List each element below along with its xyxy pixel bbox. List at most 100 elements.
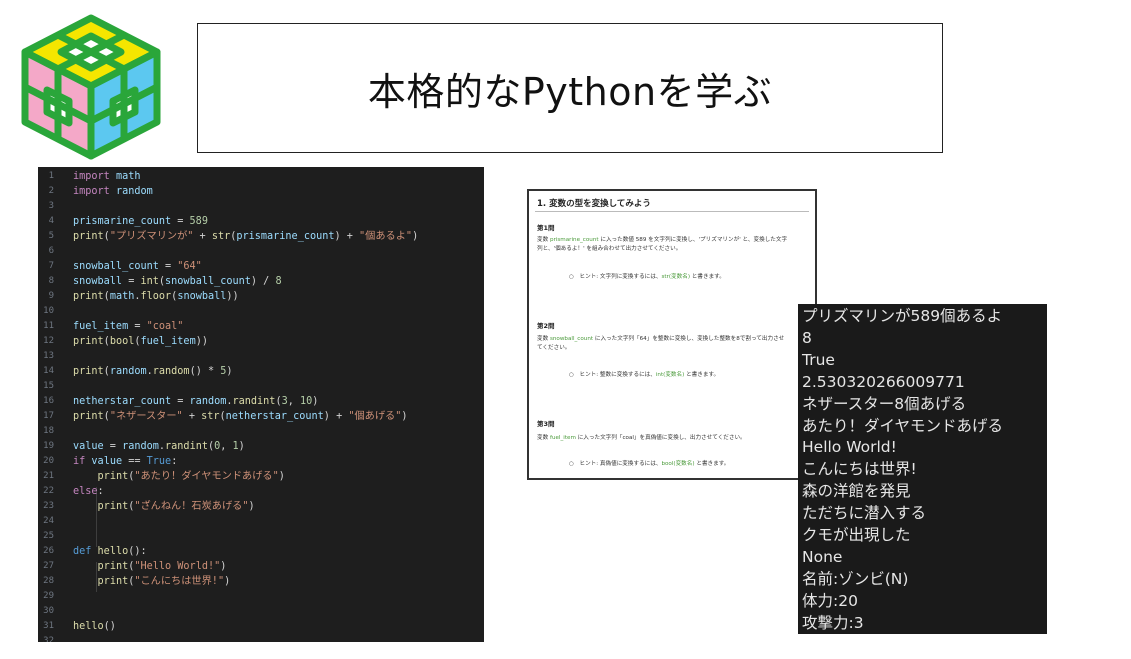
code-line[interactable]: 19 value = random.randint(0, 1) [38,439,484,454]
code-line[interactable]: 13 [38,349,484,364]
line-number: 8 [48,276,54,286]
code-line[interactable]: 1 import math [38,169,484,184]
page-title: 本格的なPythonを学ぶ [367,69,773,114]
terminal-line: True [802,350,835,369]
code-line[interactable]: 29 [38,589,484,604]
line-number: 11 [43,321,54,331]
code-line[interactable]: 9 print(math.floor(snowball)) [38,289,484,304]
line-number: 6 [48,246,54,256]
line-number: 21 [43,471,54,481]
code-text: print("あたり！ダイヤモンドあげる") [97,471,285,482]
line-number: 1 [48,171,54,181]
question-3-hint: ○ ヒント: 真偽値に変換するには、bool(変数名) と書きます。 [569,461,730,467]
line-number: 9 [48,291,54,301]
code-line[interactable]: 22 else: [38,484,484,499]
code-line[interactable]: 6 [38,244,484,259]
code-text: hello() [73,621,116,632]
terminal-line: ネザースター8個あげる [802,394,967,413]
question-2-text: 変数 snowball_count に入った文字列「64」を整数に変換し、変換し… [537,336,785,351]
line-number: 24 [43,516,54,526]
code-text: print("ざんねん！石炭あげる") [97,501,255,512]
question-1-label: 第1問 [537,224,555,232]
code-line[interactable]: 7 snowball_count = "64" [38,259,484,274]
code-text: snowball_count = "64" [73,261,202,272]
terminal-line: 体力:20 [802,591,858,610]
line-number: 29 [43,591,54,601]
code-text: import random [73,186,153,197]
code-line[interactable]: 4 prismarine_count = 589 [38,214,484,229]
divider [535,211,809,212]
code-line[interactable]: 27 print("Hello World!") [38,559,484,574]
code-line[interactable]: 15 [38,379,484,394]
code-text: print("Hello World!") [97,561,227,572]
terminal-line: こんにちは世界! [802,460,917,479]
terminal-line: 攻撃力:3 [802,613,864,632]
code-line[interactable]: 12 print(bool(fuel_item)) [38,334,484,349]
code-line[interactable]: 31 hello() [38,619,484,634]
line-number: 3 [48,201,54,211]
code-line[interactable]: 14 print(random.random() * 5) [38,364,484,379]
code-text: print("ネザースター" + str(netherstar_count) +… [73,411,408,422]
code-line[interactable]: 5 print("プリズマリンが" + str(prismarine_count)… [38,229,484,244]
line-number: 14 [43,366,54,376]
code-text: value = random.randint(0, 1) [73,441,245,452]
code-line[interactable]: 32 [38,634,484,642]
code-text: print(bool(fuel_item)) [73,336,208,347]
code-line[interactable]: 21 print("あたり！ダイヤモンドあげる") [38,469,484,484]
exercise-document: 1. 変数の型を変換してみよう 第1問 変数 prismarine_count … [527,189,817,480]
code-line[interactable]: 2 import random [38,184,484,199]
line-number: 32 [43,636,54,642]
title-box: 本格的なPythonを学ぶ [197,23,943,153]
code-line[interactable]: 24 [38,514,484,529]
code-text: prismarine_count = 589 [73,216,208,227]
question-3-text: 変数 fuel_item に入った文字列「coal」を真偽値に変換し、出力させて… [537,435,746,441]
code-line[interactable]: 25 [38,529,484,544]
code-line[interactable]: 17 print("ネザースター" + str(netherstar_count)… [38,409,484,424]
code-line[interactable]: 30 [38,604,484,619]
logo-cube-icon [21,14,161,160]
code-text: fuel_item = "coal" [73,321,184,332]
code-line[interactable]: 26 def hello(): [38,544,484,559]
terminal-line: Hello World! [802,438,897,457]
terminal-line: 2.530320266009771 [802,372,965,391]
document-title: 1. 変数の型を変換してみよう [537,199,651,209]
line-number: 16 [43,396,54,406]
code-line[interactable]: 23 print("ざんねん！石炭あげる") [38,499,484,514]
line-number: 17 [43,411,54,421]
code-line[interactable]: 18 [38,424,484,439]
line-number: 4 [48,216,54,226]
line-number: 7 [48,261,54,271]
code-line[interactable]: 16 netherstar_count = random.randint(3, 1… [38,394,484,409]
code-text: def hello(): [73,546,147,557]
line-number: 2 [48,186,54,196]
terminal-line: ただちに潜入する [802,504,927,523]
code-editor[interactable]: 1 import math 2 import random 3 4 prismarine_c… [38,167,484,642]
line-number: 22 [43,486,54,496]
code-text: else: [73,486,104,497]
code-line[interactable]: 28 print("こんにちは世界!") [38,574,484,589]
code-text: print("プリズマリンが" + str(prismarine_count) … [73,231,419,242]
question-3-label: 第3問 [537,420,555,428]
line-number: 18 [43,426,54,436]
terminal-output[interactable]: プリズマリンが589個あるよ 8 True 2.530320266009771 ネザース… [798,304,1047,634]
line-number: 19 [43,441,54,451]
code-text: print(random.random() * 5) [73,366,233,377]
question-1-hint: ○ ヒント: 文字列に変換するには、str(変数名) と書きます。 [569,274,725,280]
line-number: 10 [43,306,54,316]
code-line[interactable]: 11 fuel_item = "coal" [38,319,484,334]
code-line[interactable]: 3 [38,199,484,214]
terminal-line: あたり！ダイヤモンドあげる [802,416,1004,435]
code-text: netherstar_count = random.randint(3, 10) [73,396,319,407]
terminal-line: クモが出現した [802,526,911,544]
code-text: if value == True: [73,456,178,467]
code-text: print(math.floor(snowball)) [73,291,239,302]
question-2-hint: ○ ヒント: 整数に変換するには、int(変数名) と書きます。 [569,372,720,378]
line-number: 26 [43,546,54,556]
line-number: 30 [43,606,54,616]
code-text: print("こんにちは世界!") [97,576,231,587]
code-line[interactable]: 10 [38,304,484,319]
code-line[interactable]: 8 snowball = int(snowball_count) / 8 [38,274,484,289]
line-number: 31 [43,621,54,631]
terminal-line: None [802,547,843,566]
code-line[interactable]: 20 if value == True: [38,454,484,469]
